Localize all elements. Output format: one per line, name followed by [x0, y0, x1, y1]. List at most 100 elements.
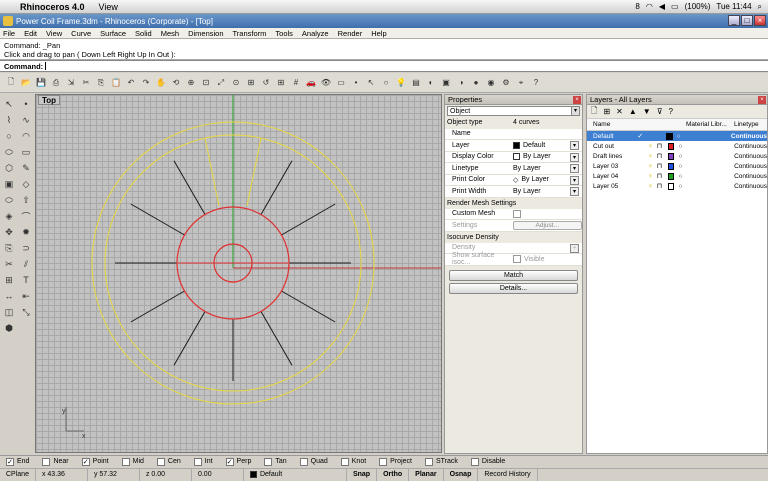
app-menu[interactable]: Rhinoceros 4.0 — [20, 2, 85, 12]
undo-icon[interactable]: ↶ — [124, 76, 138, 90]
osnap-checkbox[interactable]: ✓ — [81, 457, 90, 466]
box-icon[interactable]: ▣ — [1, 177, 17, 191]
chevron-down-icon[interactable]: ▾ — [570, 187, 579, 196]
array-icon[interactable]: ⊞ — [1, 273, 17, 287]
lightbulb-icon[interactable]: ♀ — [646, 143, 655, 150]
flag-count[interactable]: 8 — [635, 2, 639, 11]
chevron-down-icon[interactable]: ▾ — [570, 175, 579, 185]
print-icon[interactable]: ⎙ — [49, 76, 63, 90]
material-icon[interactable]: ○ — [678, 143, 734, 150]
layer-name[interactable]: Layer 04 — [587, 173, 637, 180]
save-icon[interactable]: 💾 — [34, 76, 48, 90]
print-color-value[interactable]: By Layer — [521, 176, 549, 183]
snap-toggle[interactable]: Snap — [347, 468, 378, 481]
layer-row[interactable]: Default ✓ ○ Continuous — [587, 131, 767, 141]
paste-icon[interactable]: 📋 — [109, 76, 123, 90]
polygon-icon[interactable]: ⬡ — [1, 161, 17, 175]
delete-layer-icon[interactable]: ✕ — [616, 107, 623, 116]
close-panel-icon[interactable]: × — [573, 96, 581, 104]
volume-icon[interactable]: ◀ — [659, 2, 665, 11]
osnap-int[interactable]: Int — [193, 457, 213, 466]
new-icon[interactable]: 🗋 — [4, 76, 18, 90]
undo-view-icon[interactable]: ↺ — [259, 76, 273, 90]
polyline-icon[interactable]: ⌇ — [1, 113, 17, 127]
stepper-icon[interactable]: ÷ — [570, 243, 579, 253]
menu-analyze[interactable]: Analyze — [302, 29, 329, 38]
layer-name[interactable]: Layer 03 — [587, 163, 637, 170]
osnap-point[interactable]: ✓ Point — [81, 457, 109, 466]
osnap-checkbox[interactable]: ✓ — [6, 457, 14, 466]
help-icon[interactable]: ? — [529, 76, 543, 90]
viewport-canvas[interactable]: y x — [36, 95, 442, 453]
rotate-view-icon[interactable]: ⟲ — [169, 76, 183, 90]
layer-linetype[interactable]: Continuous — [731, 133, 767, 140]
col-linetype[interactable]: Linetype — [734, 121, 759, 128]
wifi-icon[interactable]: ◠ — [646, 2, 653, 11]
planar-toggle[interactable]: Planar — [409, 468, 444, 481]
record-history-toggle[interactable]: Record History — [478, 468, 538, 481]
move-icon[interactable]: ✥ — [1, 225, 17, 239]
dimension-icon[interactable]: ↔ — [1, 289, 17, 303]
osnap-checkbox[interactable] — [264, 457, 273, 466]
sphere-icon[interactable]: ◉ — [484, 76, 498, 90]
layer-color-swatch[interactable] — [666, 132, 673, 140]
material-icon[interactable]: ○ — [678, 163, 734, 170]
osnap-checkbox[interactable] — [470, 457, 479, 466]
mirror-icon[interactable]: ◫ — [1, 305, 17, 319]
menu-solid[interactable]: Solid — [135, 29, 152, 38]
osnap-knot[interactable]: Knot — [340, 457, 366, 466]
cylinder-icon[interactable]: ⬭ — [1, 193, 17, 207]
col-material[interactable]: Material Libr... — [686, 121, 734, 128]
cut-icon[interactable]: ✂ — [79, 76, 93, 90]
open-icon[interactable]: 📂 — [19, 76, 33, 90]
material-icon[interactable]: ○ — [677, 133, 731, 140]
properties-icon[interactable]: ⚙ — [499, 76, 513, 90]
menu-render[interactable]: Render — [338, 29, 363, 38]
select-arrow-icon[interactable]: ↖ — [1, 97, 17, 111]
grid-snap-icon[interactable]: # — [289, 76, 303, 90]
shade-icon[interactable]: ◑ — [454, 76, 468, 90]
surface-icon[interactable]: ◇ — [18, 177, 34, 191]
menu-tools[interactable]: Tools — [275, 29, 293, 38]
plane-icon[interactable]: ▭ — [334, 76, 348, 90]
new-sublayer-icon[interactable]: ⊞ — [603, 107, 610, 116]
command-line[interactable]: Command: — [0, 60, 768, 72]
lock-icon[interactable]: ⊓ — [655, 172, 664, 180]
layer-row[interactable]: Layer 05 ♀ ⊓ ○ Continuous — [587, 181, 767, 191]
redo-icon[interactable]: ↷ — [139, 76, 153, 90]
lightbulb-icon[interactable]: ♀ — [646, 153, 655, 160]
join-icon[interactable]: ⊃ — [18, 241, 34, 255]
car-icon[interactable]: 🚗 — [304, 76, 318, 90]
layer-color-swatch[interactable] — [667, 152, 675, 160]
ellipse-icon[interactable]: ⬭ — [1, 145, 17, 159]
menu-edit[interactable]: Edit — [24, 29, 37, 38]
osnap-mid[interactable]: Mid — [121, 457, 144, 466]
point-tool-icon[interactable]: • — [18, 97, 34, 111]
select-icon[interactable]: ↖ — [364, 76, 378, 90]
menu-mesh[interactable]: Mesh — [161, 29, 179, 38]
material-icon[interactable]: ○ — [678, 173, 734, 180]
new-layer-icon[interactable]: 🗋 — [591, 105, 597, 119]
ortho-toggle[interactable]: Ortho — [377, 468, 410, 481]
close-panel-icon[interactable]: × — [758, 96, 766, 104]
layer-icon[interactable]: ▤ — [409, 76, 423, 90]
osnap-cen[interactable]: Cen — [156, 457, 181, 466]
menu-help[interactable]: Help — [371, 29, 386, 38]
rectangle-icon[interactable]: ▭ — [18, 145, 34, 159]
layer-linetype[interactable]: Continuous — [734, 153, 767, 160]
osnap-toggle[interactable]: Osnap — [444, 468, 479, 481]
lightbulb-icon[interactable]: ♀ — [646, 173, 655, 180]
circle-tool-icon[interactable]: ○ — [1, 129, 17, 143]
text-icon[interactable]: T — [18, 273, 34, 287]
extrude-icon[interactable]: ⇧ — [18, 193, 34, 207]
osnap-checkbox[interactable] — [193, 457, 202, 466]
zoom-selected-icon[interactable]: ⊙ — [229, 76, 243, 90]
menu-file[interactable]: File — [3, 29, 15, 38]
split-icon[interactable]: ⫽ — [18, 257, 34, 271]
layer-color-swatch[interactable] — [667, 182, 675, 190]
layer-color-swatch[interactable] — [667, 162, 675, 170]
lightbulb-icon[interactable]: ♀ — [646, 163, 655, 170]
menu-view[interactable]: View — [46, 29, 62, 38]
visible-checkbox[interactable] — [513, 255, 521, 264]
curve-icon[interactable]: ∿ — [18, 113, 34, 127]
